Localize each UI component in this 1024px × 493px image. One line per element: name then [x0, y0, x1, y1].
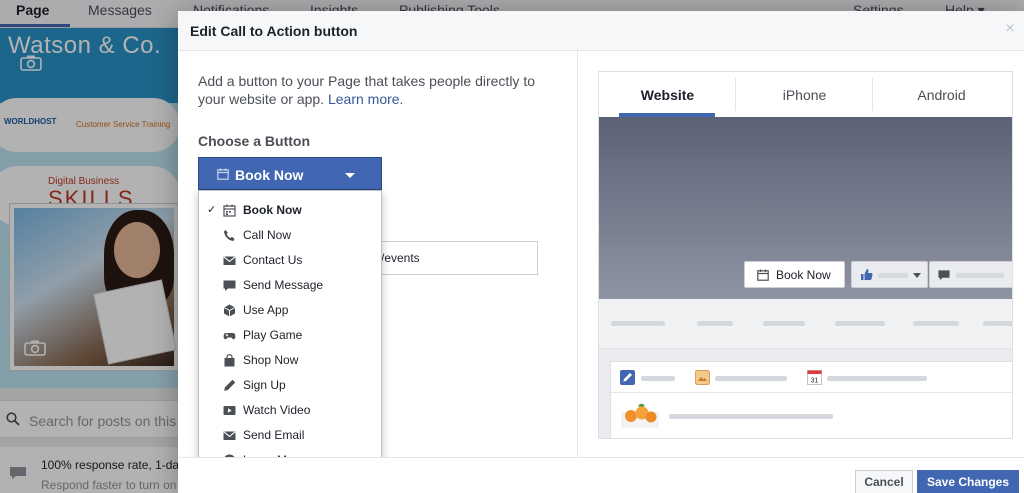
cta-button-select[interactable]: Book Now	[198, 157, 382, 190]
menu-item-sign-up[interactable]: Sign Up	[199, 373, 381, 398]
dialog-footer: Cancel Save Changes	[178, 457, 1024, 493]
preview-composer: 31	[610, 361, 1012, 438]
cta-selected-label: Book Now	[235, 167, 304, 183]
placeholder-bar	[835, 321, 885, 326]
preview-page-nav	[599, 299, 1012, 349]
placeholder-bar	[956, 273, 1004, 278]
thumbs-up-icon	[861, 269, 873, 280]
dialog-column-divider	[577, 51, 578, 457]
menu-item-shop-now[interactable]: Shop Now	[199, 348, 381, 373]
gamepad-icon	[223, 333, 236, 340]
placeholder-bar	[697, 321, 733, 326]
pencil-icon	[224, 379, 236, 391]
preview-like-button	[851, 261, 928, 288]
preview-cta-button: Book Now	[744, 261, 845, 288]
dialog-description: Add a button to your Page that takes peo…	[198, 72, 543, 108]
play-icon	[223, 406, 236, 415]
dialog-header: Edit Call to Action button ×	[178, 11, 1024, 51]
menu-item-label: Send Message	[243, 278, 324, 292]
photo-icon	[695, 370, 710, 385]
menu-item-label: Use App	[243, 303, 289, 317]
menu-item-watch-video[interactable]: Watch Video	[199, 398, 381, 423]
tab-iphone[interactable]: iPhone	[736, 72, 873, 117]
menu-item-label: Sign Up	[243, 378, 286, 392]
calendar-icon	[217, 168, 229, 180]
placeholder-bar	[611, 321, 665, 326]
cta-dropdown-menu: ✓ Book Now Call Now Contact Us Send Mess…	[198, 190, 382, 476]
tab-android[interactable]: Android	[873, 72, 1010, 117]
oranges-image	[621, 403, 659, 428]
phone-icon	[224, 230, 235, 241]
placeholder-bar	[763, 321, 805, 326]
shopping-bag-icon	[224, 354, 235, 367]
placeholder-bar	[983, 321, 1012, 326]
dialog-title: Edit Call to Action button	[190, 23, 358, 39]
calendar-icon	[223, 204, 236, 217]
menu-item-play-game[interactable]: Play Game	[199, 323, 381, 348]
cancel-button[interactable]: Cancel	[855, 470, 913, 493]
envelope-icon	[223, 431, 236, 440]
menu-item-book-now[interactable]: ✓ Book Now	[199, 198, 381, 223]
edit-cta-dialog: Edit Call to Action button × Add a butto…	[178, 11, 1024, 493]
chevron-down-icon	[345, 173, 355, 178]
message-icon	[938, 270, 950, 281]
calendar-icon	[757, 269, 769, 281]
menu-item-label: Contact Us	[243, 253, 303, 267]
cube-icon	[223, 304, 236, 317]
calendar-icon: 31	[807, 370, 822, 385]
menu-item-label: Call Now	[243, 228, 292, 242]
chevron-down-icon	[913, 273, 921, 278]
menu-item-label: Play Game	[243, 328, 303, 342]
placeholder-bar	[641, 376, 675, 381]
preview-message-button	[929, 261, 1012, 288]
learn-more-link[interactable]: Learn more.	[328, 91, 403, 107]
menu-item-label: Shop Now	[243, 353, 299, 367]
close-icon[interactable]: ×	[1002, 21, 1018, 37]
menu-item-call-now[interactable]: Call Now	[199, 223, 381, 248]
menu-item-label: Send Email	[243, 428, 305, 442]
save-changes-button[interactable]: Save Changes	[917, 470, 1019, 493]
placeholder-bar	[715, 376, 787, 381]
envelope-icon	[223, 256, 236, 265]
preview-cta-label: Book Now	[776, 268, 831, 282]
checkmark-icon: ✓	[207, 204, 217, 216]
menu-item-label: Watch Video	[243, 403, 311, 417]
placeholder-bar	[913, 321, 959, 326]
pencil-icon	[620, 370, 635, 385]
preview-device-tabs: Website iPhone Android	[599, 72, 1012, 117]
menu-item-use-app[interactable]: Use App	[199, 298, 381, 323]
menu-item-send-email[interactable]: Send Email	[199, 423, 381, 448]
message-icon	[223, 280, 236, 291]
tab-website[interactable]: Website	[599, 72, 736, 117]
menu-item-send-message[interactable]: Send Message	[199, 273, 381, 298]
placeholder-bar	[669, 414, 833, 419]
menu-item-contact-us[interactable]: Contact Us	[199, 248, 381, 273]
placeholder-bar	[827, 376, 927, 381]
choose-button-label: Choose a Button	[198, 133, 310, 149]
cta-preview-panel: Website iPhone Android Book Now 31	[598, 71, 1013, 439]
menu-item-label: Book Now	[243, 203, 302, 217]
calendar-day: 31	[811, 378, 819, 385]
placeholder-bar	[878, 273, 908, 278]
composer-divider	[611, 392, 1012, 393]
preview-cover: Book Now	[599, 117, 1012, 299]
preview-page-body: 31	[599, 349, 1012, 438]
